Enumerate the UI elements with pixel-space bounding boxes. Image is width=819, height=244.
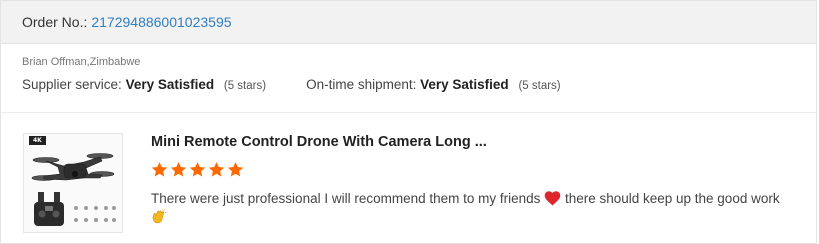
- supplier-service-label: Supplier service:: [22, 77, 122, 92]
- star-icon: [227, 162, 244, 177]
- order-number-link[interactable]: 217294886001023595: [91, 14, 231, 30]
- buyer-name-location: Brian Offman,Zimbabwe: [22, 56, 141, 68]
- order-label: Order No.:: [22, 14, 88, 30]
- star-icon: [170, 162, 187, 177]
- drone-image: [31, 153, 116, 226]
- buyer-info: Brian Offman,Zimbabwe Supplier service: …: [1, 44, 816, 113]
- review-text-part1: There were just professional I will reco…: [151, 191, 541, 206]
- product-star-rating: [151, 161, 244, 178]
- heart-icon: [544, 191, 561, 206]
- review-text-part2: there should keep up the good work: [564, 191, 780, 206]
- product-title-link[interactable]: Mini Remote Control Drone With Camera Lo…: [151, 134, 487, 150]
- product-thumbnail[interactable]: 4K: [23, 133, 123, 233]
- product-review-row: 4K Mini Remote Control Drone With Camera…: [1, 113, 816, 244]
- star-icon: [208, 162, 225, 177]
- star-icon: [189, 162, 206, 177]
- star-icon: [151, 162, 168, 177]
- feedback-card: Order No.: 217294886001023595 Brian Offm…: [0, 0, 817, 244]
- shipment-rating: On-time shipment: Very Satisfied (5 star…: [306, 77, 561, 92]
- shipment-label: On-time shipment:: [306, 77, 417, 92]
- ratings-row: Supplier service: Very Satisfied (5 star…: [22, 77, 816, 92]
- shipment-stars: (5 stars): [518, 80, 561, 92]
- supplier-service-rating: Supplier service: Very Satisfied (5 star…: [22, 77, 266, 92]
- order-header: Order No.: 217294886001023595: [1, 1, 816, 44]
- supplier-service-value: Very Satisfied: [125, 77, 215, 92]
- resolution-badge: 4K: [29, 136, 46, 145]
- clapping-hands-icon: [152, 208, 167, 224]
- supplier-service-stars: (5 stars): [223, 80, 267, 92]
- review-text: There were just professional I will reco…: [151, 189, 801, 227]
- shipment-value: Very Satisfied: [420, 77, 509, 92]
